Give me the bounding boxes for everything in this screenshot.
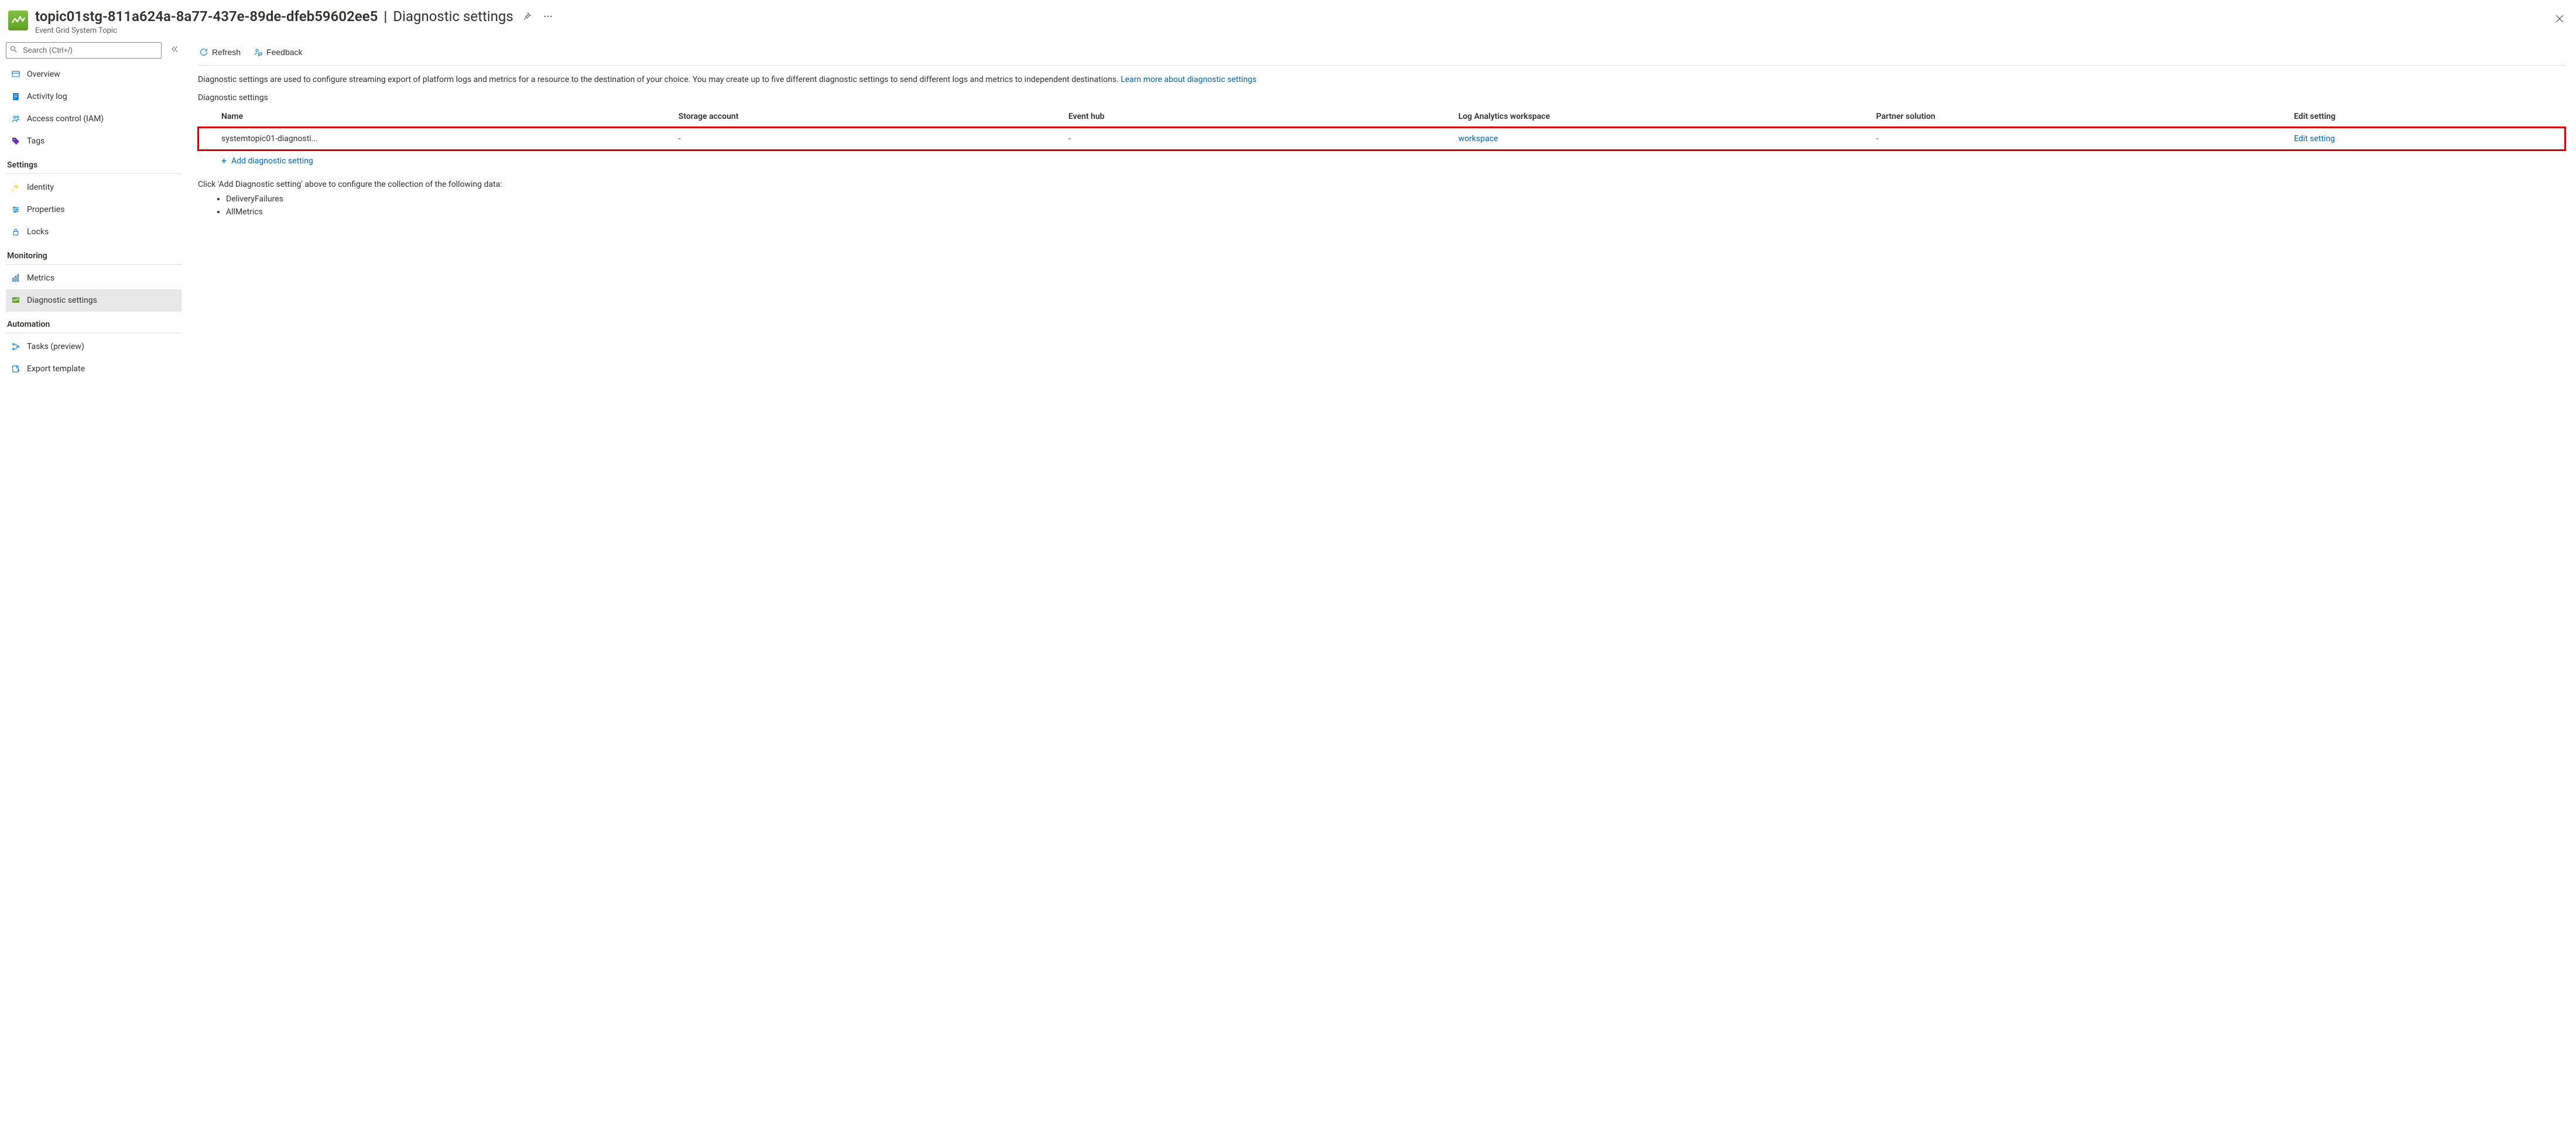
col-edit: Edit setting <box>2287 106 2565 127</box>
locks-icon <box>11 227 21 237</box>
col-law: Log Analytics workspace <box>1451 106 1869 127</box>
refresh-icon <box>199 47 208 57</box>
resource-type-icon <box>8 11 28 30</box>
nav-item-label: Locks <box>27 227 49 237</box>
nav-item-label: Properties <box>27 205 64 214</box>
page-subtitle: Event Grid System Topic <box>35 26 2544 35</box>
nav-item-label: Diagnostic settings <box>27 296 97 305</box>
helper-list-item: DeliveryFailures <box>226 193 2565 206</box>
learn-more-link[interactable]: Learn more about diagnostic settings <box>1121 75 1256 84</box>
add-label: Add diagnostic setting <box>231 156 313 166</box>
description-text: Diagnostic settings are used to configur… <box>198 75 1121 84</box>
diagnostic-settings-label: Diagnostic settings <box>198 93 2565 102</box>
cell-partner: - <box>1869 127 2287 150</box>
page-title-separator: | <box>383 8 387 25</box>
overview-icon <box>11 70 21 79</box>
search-input[interactable] <box>6 42 162 59</box>
workspace-link[interactable]: workspace <box>1458 134 1498 143</box>
more-button[interactable] <box>540 9 556 24</box>
nav-section-automation: Automation <box>6 312 181 333</box>
nav-item-properties[interactable]: Properties <box>6 199 181 221</box>
nav-item-diagnostic-settings[interactable]: Diagnostic settings <box>6 289 181 312</box>
helper-intro: Click 'Add Diagnostic setting' above to … <box>198 180 2565 189</box>
identity-icon <box>11 183 21 192</box>
nav-item-label: Activity log <box>27 92 67 101</box>
nav-item-metrics[interactable]: Metrics <box>6 267 181 289</box>
blade-header: topic01stg-811a624a-8a77-437e-89de-dfeb5… <box>6 5 2570 40</box>
nav-section-settings: Settings <box>6 152 181 174</box>
nav-item-label: Overview <box>27 70 60 79</box>
col-storage: Storage account <box>672 106 1061 127</box>
nav-item-label: Export template <box>27 364 85 374</box>
diagnostic-settings-table: Name Storage account Event hub Log Analy… <box>198 106 2565 150</box>
helper-list-item: AllMetrics <box>226 206 2565 218</box>
page-title-blade: Diagnostic settings <box>393 8 513 25</box>
nav-item-label: Identity <box>27 183 54 192</box>
description: Diagnostic settings are used to configur… <box>198 74 2565 86</box>
cell-storage: - <box>672 127 1061 150</box>
sidebar: Overview Activity log Access control (IA… <box>6 40 181 1139</box>
access-control-icon <box>11 114 21 124</box>
nav-item-locks[interactable]: Locks <box>6 221 181 243</box>
nav-item-label: Access control (IAM) <box>27 114 104 124</box>
metrics-icon <box>11 273 21 283</box>
edit-setting-link[interactable]: Edit setting <box>2294 134 2335 143</box>
tasks-icon <box>11 342 21 351</box>
helper-text: Click 'Add Diagnostic setting' above to … <box>198 180 2565 219</box>
add-icon: + <box>221 156 227 166</box>
cell-name: systemtopic01-diagnosti... <box>198 127 672 150</box>
nav-item-tags[interactable]: Tags <box>6 130 181 152</box>
activity-log-icon <box>11 92 21 101</box>
nav-item-export-template[interactable]: Export template <box>6 358 181 380</box>
nav-item-activity-log[interactable]: Activity log <box>6 85 181 108</box>
table-row: systemtopic01-diagnosti... - - workspace… <box>198 127 2565 150</box>
export-template-icon <box>11 364 21 374</box>
nav-item-access-control[interactable]: Access control (IAM) <box>6 108 181 130</box>
diagnostic-settings-icon <box>11 296 21 305</box>
feedback-button[interactable]: Feedback <box>252 45 303 59</box>
nav: Overview Activity log Access control (IA… <box>6 63 181 380</box>
content: Refresh Feedback Diagnostic settings are… <box>181 40 2570 1139</box>
nav-item-tasks[interactable]: Tasks (preview) <box>6 336 181 358</box>
cell-eventhub: - <box>1061 127 1451 150</box>
nav-item-identity[interactable]: Identity <box>6 176 181 199</box>
refresh-label: Refresh <box>212 47 241 57</box>
col-name: Name <box>198 106 672 127</box>
nav-item-label: Tasks (preview) <box>27 342 84 351</box>
table-header-row: Name Storage account Event hub Log Analy… <box>198 106 2565 127</box>
add-diagnostic-setting-button[interactable]: + Add diagnostic setting <box>198 150 2565 172</box>
close-button[interactable] <box>2551 11 2568 27</box>
nav-section-monitoring: Monitoring <box>6 243 181 265</box>
nav-item-label: Tags <box>27 136 44 146</box>
nav-item-overview[interactable]: Overview <box>6 63 181 85</box>
tags-icon <box>11 136 21 146</box>
properties-icon <box>11 205 21 214</box>
collapse-sidebar-button[interactable] <box>167 42 181 58</box>
feedback-label: Feedback <box>266 47 302 57</box>
col-partner: Partner solution <box>1869 106 2287 127</box>
pin-button[interactable] <box>519 9 535 24</box>
feedback-icon <box>254 47 263 57</box>
page-title-resource: topic01stg-811a624a-8a77-437e-89de-dfeb5… <box>35 8 378 25</box>
col-eventhub: Event hub <box>1061 106 1451 127</box>
refresh-button[interactable]: Refresh <box>198 45 242 59</box>
nav-item-label: Metrics <box>27 273 54 283</box>
toolbar: Refresh Feedback <box>198 40 2565 66</box>
